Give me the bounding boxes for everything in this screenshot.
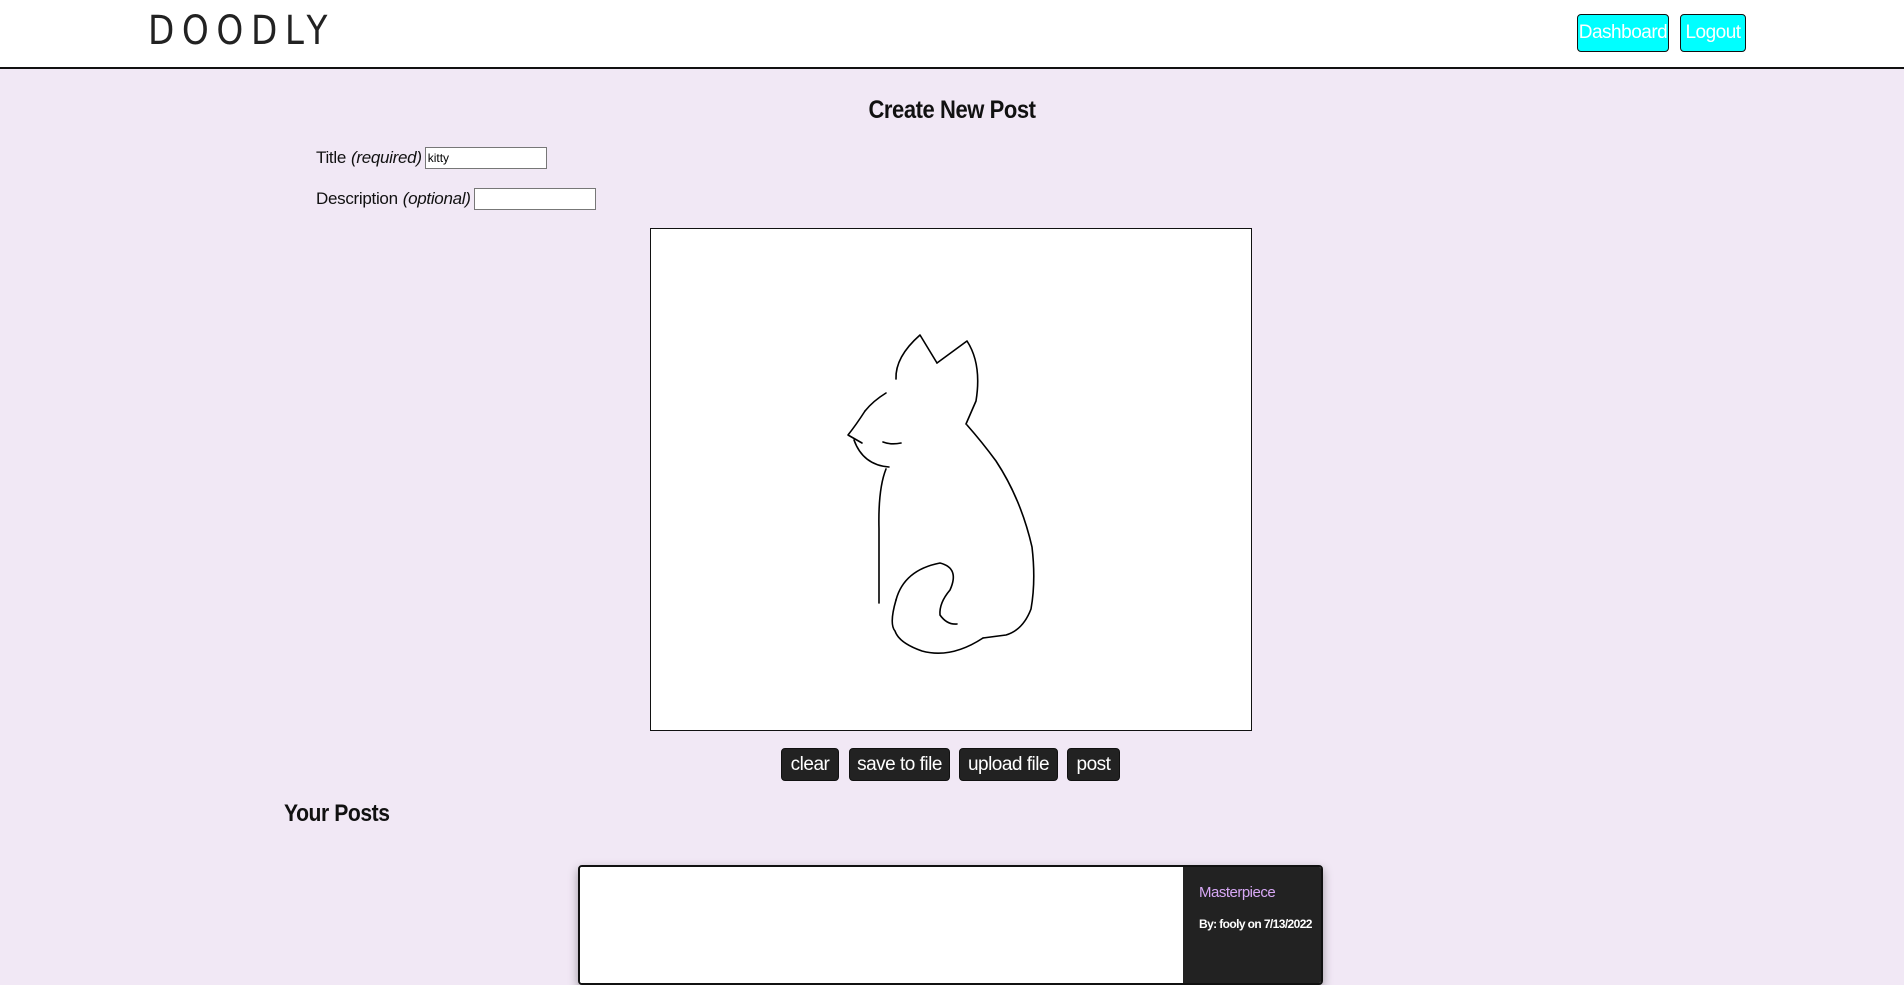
title-required-hint: (required) — [351, 148, 422, 167]
drawing-canvas[interactable] — [650, 228, 1252, 731]
top-navbar: DOODLY Dashboard Logout — [0, 0, 1904, 69]
post-card[interactable]: Masterpiece By: fooly on 7/13/2022 — [578, 865, 1323, 985]
title-label: Title — [316, 148, 346, 167]
post-button[interactable]: post — [1067, 748, 1120, 781]
description-optional-hint: (optional) — [402, 189, 471, 208]
cat-sketch-drawing — [847, 334, 1035, 654]
description-label: Description — [316, 189, 398, 208]
page-title: Create New Post — [868, 96, 1036, 124]
post-author-date: By: fooly on 7/13/2022 — [1199, 917, 1312, 931]
post-info-panel: Masterpiece By: fooly on 7/13/2022 — [1183, 867, 1321, 983]
description-input[interactable] — [473, 188, 596, 210]
description-field-row: Description (optional) — [316, 188, 596, 210]
dashboard-button[interactable]: Dashboard — [1577, 14, 1669, 52]
title-input[interactable] — [424, 147, 547, 169]
post-thumbnail[interactable] — [580, 867, 1183, 983]
app-logo[interactable]: DOODLY — [148, 8, 335, 54]
post-title[interactable]: Masterpiece — [1199, 884, 1276, 901]
logout-button[interactable]: Logout — [1680, 14, 1746, 52]
title-field-row: Title (required) — [316, 147, 547, 169]
your-posts-heading: Your Posts — [284, 800, 390, 827]
save-to-file-button[interactable]: save to file — [849, 748, 950, 781]
clear-button[interactable]: clear — [781, 748, 839, 781]
upload-file-button[interactable]: upload file — [959, 748, 1058, 781]
